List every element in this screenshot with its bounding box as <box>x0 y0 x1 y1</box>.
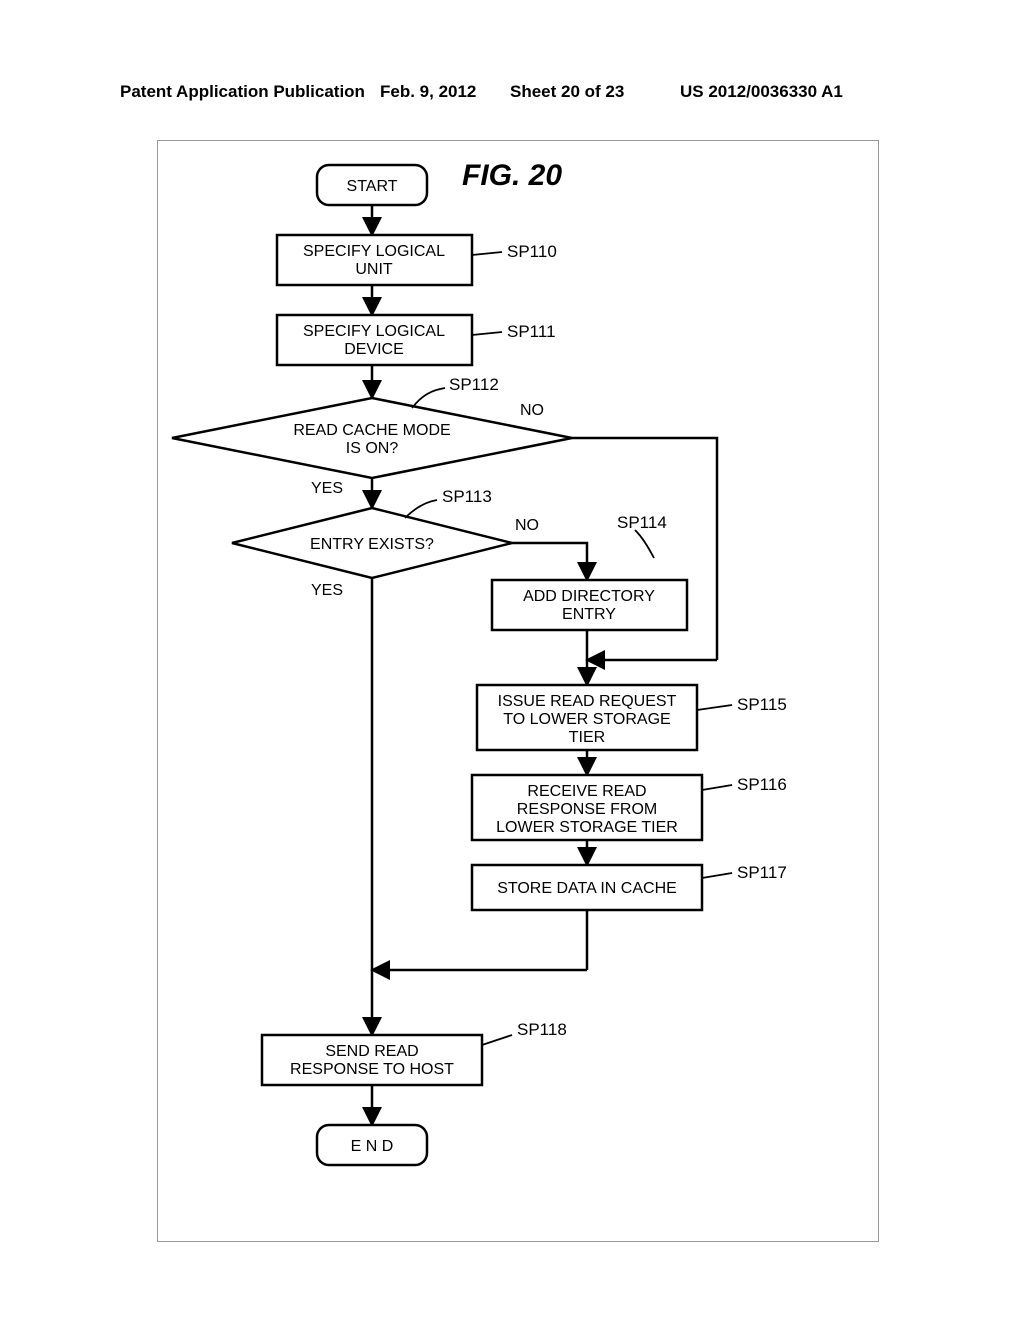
svg-text:IS ON?: IS ON? <box>346 440 399 457</box>
start-node: START <box>317 165 427 205</box>
sp117-node: STORE DATA IN CACHE <box>472 865 702 910</box>
edge-sp113-sp114 <box>512 543 587 580</box>
sp112-node: READ CACHE MODE IS ON? <box>172 398 572 478</box>
sp110-l2: UNIT <box>355 261 393 278</box>
svg-text:START: START <box>347 178 398 195</box>
sp118-l2: RESPONSE TO HOST <box>290 1061 454 1078</box>
svg-text:RECEIVE READ: RECEIVE READ <box>527 783 646 800</box>
sp117-label: SP117 <box>737 863 787 882</box>
end-node: E N D <box>317 1125 427 1165</box>
svg-text:E N D: E N D <box>351 1138 394 1155</box>
svg-text:UNIT: UNIT <box>355 261 393 278</box>
svg-text:TIER: TIER <box>569 729 605 746</box>
sp113-label: SP113 <box>442 487 492 506</box>
sp116-label: SP116 <box>737 775 787 794</box>
sp116-leader <box>702 785 732 790</box>
sp112-l1: READ CACHE MODE <box>293 422 450 439</box>
svg-text:ISSUE READ REQUEST: ISSUE READ REQUEST <box>498 693 677 710</box>
sp112-leader <box>412 388 445 408</box>
hdr-pub: Patent Application Publication <box>120 82 365 102</box>
sp111-leader <box>472 332 502 335</box>
hdr-pubno: US 2012/0036330 A1 <box>680 82 843 102</box>
sp118-node: SEND READ RESPONSE TO HOST <box>262 1035 482 1085</box>
svg-text:DEVICE: DEVICE <box>344 341 404 358</box>
sp115-l2: TO LOWER STORAGE <box>503 711 670 728</box>
svg-text:READ CACHE MODE: READ CACHE MODE <box>293 422 450 439</box>
sp118-l1: SEND READ <box>325 1043 418 1060</box>
sp110-node: SPECIFY LOGICAL UNIT <box>277 235 472 285</box>
sp111-label: SP111 <box>507 322 556 341</box>
sp116-l1: RECEIVE READ <box>527 783 646 800</box>
sp112-label: SP112 <box>449 375 499 394</box>
svg-text:LOWER STORAGE TIER: LOWER STORAGE TIER <box>496 819 678 836</box>
sp115-leader <box>697 705 732 710</box>
sp116-l3: LOWER STORAGE TIER <box>496 819 678 836</box>
svg-text:ENTRY: ENTRY <box>562 606 616 623</box>
sp110-leader <box>472 252 502 255</box>
sp115-label: SP115 <box>737 695 787 714</box>
sp111-l2: DEVICE <box>344 341 404 358</box>
sp116-l2: RESPONSE FROM <box>517 801 657 818</box>
sp110-l1: SPECIFY LOGICAL <box>303 243 445 260</box>
hdr-sheet: Sheet 20 of 23 <box>510 82 624 102</box>
flowchart: FIG. 20 START SPECIFY LOGICAL UNIT SP110… <box>157 140 877 1240</box>
svg-text:TO LOWER STORAGE: TO LOWER STORAGE <box>503 711 670 728</box>
sp111-node: SPECIFY LOGICAL DEVICE <box>277 315 472 365</box>
sp112-yes: YES <box>311 480 343 497</box>
sp113-leader <box>405 500 437 518</box>
svg-text:SEND READ: SEND READ <box>325 1043 418 1060</box>
svg-text:RESPONSE FROM: RESPONSE FROM <box>517 801 657 818</box>
sp114-l1: ADD DIRECTORY <box>523 588 655 605</box>
hdr-date: Feb. 9, 2012 <box>380 82 476 102</box>
sp114-node: ADD DIRECTORY ENTRY <box>492 580 687 630</box>
sp114-label: SP114 <box>617 513 667 532</box>
svg-text:RESPONSE TO HOST: RESPONSE TO HOST <box>290 1061 454 1078</box>
sp113-node: ENTRY EXISTS? <box>232 508 512 578</box>
sp115-l3: TIER <box>569 729 605 746</box>
sp117-leader <box>702 873 732 878</box>
svg-text:SPECIFY LOGICAL: SPECIFY LOGICAL <box>303 243 445 260</box>
sp114-l2: ENTRY <box>562 606 616 623</box>
svg-text:SPECIFY LOGICAL: SPECIFY LOGICAL <box>303 323 445 340</box>
sp115-node: ISSUE READ REQUEST TO LOWER STORAGE TIER <box>477 685 697 750</box>
sp112-l2: IS ON? <box>346 440 399 457</box>
sp118-label: SP118 <box>517 1020 567 1039</box>
sp110-label: SP110 <box>507 242 557 261</box>
svg-text:ADD DIRECTORY: ADD DIRECTORY <box>523 588 655 605</box>
svg-text:ENTRY EXISTS?: ENTRY EXISTS? <box>310 536 434 553</box>
sp114-leader <box>635 530 654 558</box>
sp115-l1: ISSUE READ REQUEST <box>498 693 677 710</box>
sp118-leader <box>482 1035 512 1045</box>
sp113-no: NO <box>515 517 539 534</box>
figure-title: FIG. 20 <box>462 159 562 192</box>
sp112-no: NO <box>520 402 544 419</box>
svg-text:STORE DATA IN CACHE: STORE DATA IN CACHE <box>497 880 677 897</box>
sp113-yes: YES <box>311 582 343 599</box>
sp116-node: RECEIVE READ RESPONSE FROM LOWER STORAGE… <box>472 775 702 840</box>
sp111-l1: SPECIFY LOGICAL <box>303 323 445 340</box>
